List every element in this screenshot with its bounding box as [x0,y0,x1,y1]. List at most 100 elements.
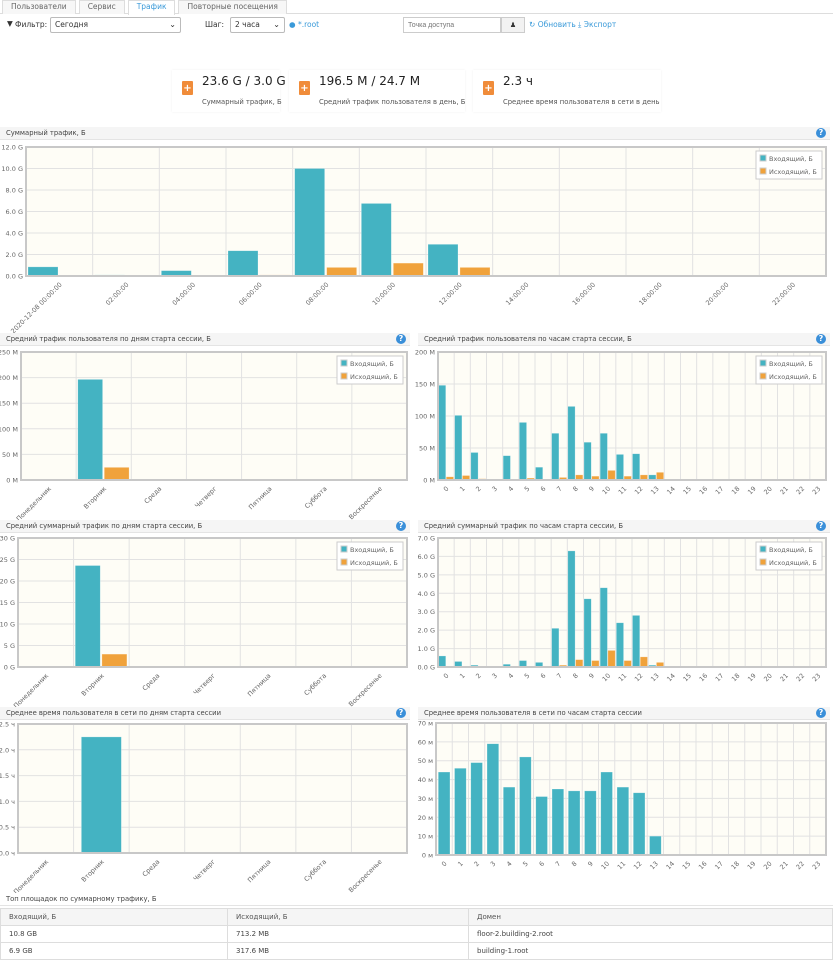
legend-label-outgoing: Исходящий, Б [769,168,817,176]
bar-incoming [600,588,607,667]
tab-traffic[interactable]: Трафик [128,0,176,15]
x-tick-label: 12 [632,860,644,872]
x-tick-label: 08:00:00 [304,281,330,307]
help-icon[interactable]: ? [396,708,406,718]
x-tick-label: 02:00:00 [104,281,130,307]
x-tick-label: Понедельник [12,672,50,710]
hierarchy-icon: ♟ [510,21,516,29]
x-tick-label: 19 [746,672,758,684]
y-tick-label: 50 м [418,757,433,765]
x-tick-label: Среда [141,858,162,879]
legend-label-outgoing: Исходящий, Б [350,559,398,567]
help-icon[interactable]: ? [816,334,826,344]
avg-traffic-by-day-chart: 0 M50 M100 M150 M200 M250 MПонедельникВт… [0,348,410,520]
legend-label-incoming: Входящий, Б [350,360,394,368]
x-tick-label: 2 [474,485,483,494]
access-point-tree-button[interactable]: ♟ [501,17,525,33]
help-icon[interactable]: ? [816,708,826,718]
x-tick-label: Четверг [193,484,219,510]
x-tick-label: 16 [698,485,710,497]
y-tick-label: 12.0 G [1,144,23,152]
y-tick-label: 1.0 G [418,645,435,653]
x-tick-label: Воскресенье [347,858,384,895]
domain-link[interactable]: ● *.root [289,20,319,29]
bar-outgoing [327,267,357,276]
filter-value: Сегодня [55,20,88,29]
y-tick-label: 200 M [0,374,18,382]
bar-incoming [632,454,639,480]
x-tick-label: 1 [458,485,467,494]
help-icon[interactable]: ? [396,521,406,531]
x-tick-label: Суббота [302,672,328,698]
x-tick-label: 20 [762,672,774,684]
y-tick-label: 20 G [0,578,15,586]
bar-incoming [28,267,58,276]
x-tick-label: 18 [730,860,742,872]
chart-title: Суммарный трафик, Б [6,129,86,137]
section-header: Средний суммарный трафик по дням старта … [0,520,410,533]
x-tick-label: 6 [539,672,548,681]
y-tick-label: 20 м [418,814,433,822]
x-tick-label: 2 [472,860,481,869]
section-header: Средний суммарный трафик по часам старта… [418,520,830,533]
help-icon[interactable]: ? [816,128,826,138]
tab-service[interactable]: Сервис [79,0,125,14]
y-tick-label: 10 м [418,833,433,841]
filter-select[interactable]: Сегодня⌄ [50,17,181,33]
bar-outgoing [608,650,615,667]
x-tick-label: 19 [746,860,758,872]
y-tick-label: 150 M [415,381,435,389]
x-tick-label: 12 [633,672,645,684]
x-tick-label: Вторник [82,485,108,511]
x-tick-label: 7 [554,860,563,869]
legend-swatch-outgoing [341,373,347,379]
y-tick-label: 25 G [0,556,15,564]
bar-incoming [519,422,526,480]
cell-outgoing: 713.2 MB [228,926,469,943]
bar-incoming [428,244,458,276]
x-tick-label: 16 [698,672,710,684]
tab-bar: Пользователи Сервис Трафик Повторные пос… [0,0,833,14]
bar-incoming [455,415,462,480]
x-tick-label: 23 [811,485,823,497]
bar-incoming [81,737,121,853]
column-header[interactable]: Входящий, Б [1,909,228,926]
legend-swatch-outgoing [760,559,766,565]
y-tick-label: 15 G [0,599,15,607]
globe-icon: ● [289,20,296,29]
bar-incoming [471,763,483,855]
access-point-input[interactable] [403,17,501,33]
filter-icon: ▼ [7,19,13,28]
x-tick-label: 6 [539,485,548,494]
x-tick-label: 7 [555,485,564,494]
x-tick-label: 5 [523,672,532,681]
help-icon[interactable]: ? [816,521,826,531]
refresh-button[interactable]: ↻ Обновить [529,20,576,29]
bar-incoming [438,772,450,855]
x-tick-label: 4 [505,860,514,869]
avg-time-by-hour-chart: 0 м10 м20 м30 м40 м50 м60 м70 м012345678… [418,721,830,893]
help-icon[interactable]: ? [396,334,406,344]
bar-incoming [650,836,662,855]
bar-incoming [228,251,258,276]
column-header[interactable]: Исходящий, Б [228,909,469,926]
legend-swatch-outgoing [760,168,766,174]
tab-repeat-visits[interactable]: Повторные посещения [178,0,286,14]
tab-users[interactable]: Пользователи [2,0,76,14]
step-select[interactable]: 2 часа⌄ [230,17,285,33]
y-tick-label: 2.0 G [418,627,435,635]
y-tick-label: 0 G [4,664,15,672]
y-tick-label: 0 M [423,477,435,485]
x-tick-label: 06:00:00 [237,281,263,307]
legend-label-incoming: Входящий, Б [769,155,813,163]
column-header[interactable]: Домен [469,909,833,926]
y-tick-label: 40 м [418,776,433,784]
export-button[interactable]: ⤓ Экспорт [578,20,616,30]
x-tick-label: 15 [681,860,693,872]
y-tick-label: 100 M [0,425,18,433]
x-tick-label: Среда [143,485,164,506]
y-tick-label: 0 м [422,852,433,860]
x-tick-label: 14 [665,672,677,684]
x-tick-label: 13 [649,485,661,497]
y-tick-label: 2.0 G [6,251,23,259]
